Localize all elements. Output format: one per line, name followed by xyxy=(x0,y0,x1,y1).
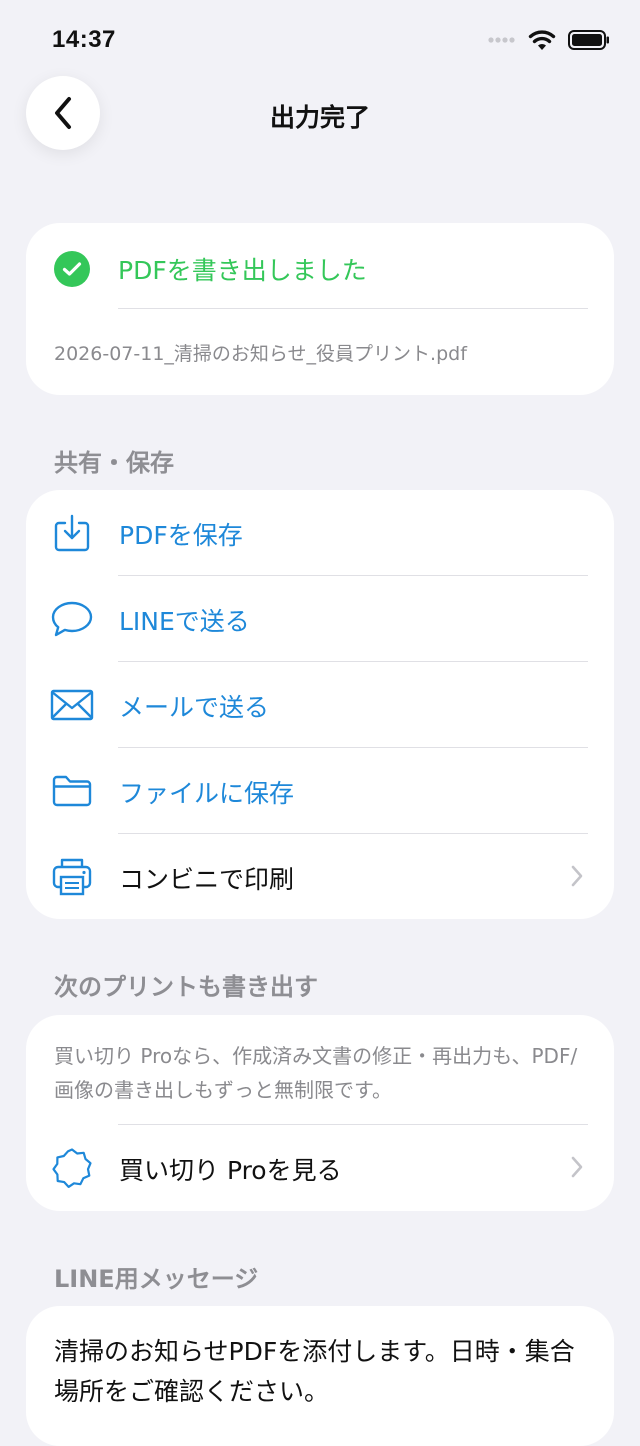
wifi-icon xyxy=(528,30,556,50)
export-status-text: PDFを書き出しました xyxy=(118,256,367,285)
convenience-store-print-label: コンビニで印刷 xyxy=(119,865,295,894)
chat-bubble-icon xyxy=(50,599,94,639)
pro-card: 買い切り Proなら、作成済み文書の修正・再出力も、PDF/画像の書き出しもずっ… xyxy=(26,1015,614,1211)
file-name: 2026-07-11_清掃のお知らせ_役員プリント.pdf xyxy=(54,343,467,365)
line-message-text: 清掃のお知らせPDFを添付します。日時・集合場所をご確認ください。 xyxy=(54,1337,575,1406)
pro-description: 買い切り Proなら、作成済み文書の修正・再出力も、PDF/画像の書き出しもずっ… xyxy=(54,1044,578,1102)
chevron-right-icon xyxy=(571,865,583,887)
save-pdf-label: PDFを保存 xyxy=(119,521,243,550)
download-icon xyxy=(50,513,94,553)
save-pdf-button[interactable]: PDFを保存 xyxy=(26,490,614,576)
send-mail-label: メールで送る xyxy=(119,693,270,722)
chevron-right-icon xyxy=(571,1156,583,1178)
save-to-files-label: ファイルに保存 xyxy=(119,779,295,808)
view-pro-button[interactable]: 買い切り Proを見る xyxy=(26,1125,614,1211)
badge-icon xyxy=(50,1148,94,1188)
send-line-label: LINEで送る xyxy=(119,607,250,636)
checkmark-icon xyxy=(54,251,90,287)
view-pro-label: 買い切り Proを見る xyxy=(119,1156,342,1185)
status-time: 14:37 xyxy=(52,26,116,53)
battery-icon xyxy=(568,30,609,50)
send-line-button[interactable]: LINEで送る xyxy=(26,576,614,662)
export-status-row: PDFを書き出しました xyxy=(54,249,367,289)
share-section-label: 共有・保存 xyxy=(54,449,174,477)
divider xyxy=(118,308,588,309)
status-bar: 14:37 xyxy=(0,0,640,80)
navigation-bar: 出力完了 xyxy=(0,76,640,152)
mail-icon xyxy=(50,685,94,725)
line-message-section-label: LINE用メッセージ xyxy=(54,1265,259,1293)
folder-icon xyxy=(50,771,94,811)
status-icons xyxy=(488,28,610,52)
printer-icon xyxy=(50,857,94,897)
convenience-store-print-button[interactable]: コンビニで印刷 xyxy=(26,834,614,920)
save-to-files-button[interactable]: ファイルに保存 xyxy=(26,748,614,834)
share-card: PDFを保存 LINEで送る メールで送る ファイルに保存 コンビニで印刷 xyxy=(26,490,614,919)
signal-icon xyxy=(488,37,515,43)
export-complete-card: PDFを書き出しました 2026-07-11_清掃のお知らせ_役員プリント.pd… xyxy=(26,223,614,395)
send-mail-button[interactable]: メールで送る xyxy=(26,662,614,748)
line-message-card[interactable]: 清掃のお知らせPDFを添付します。日時・集合場所をご確認ください。 xyxy=(26,1306,614,1446)
pro-section-label: 次のプリントも書き出す xyxy=(54,973,318,1001)
page-title: 出力完了 xyxy=(269,103,370,132)
